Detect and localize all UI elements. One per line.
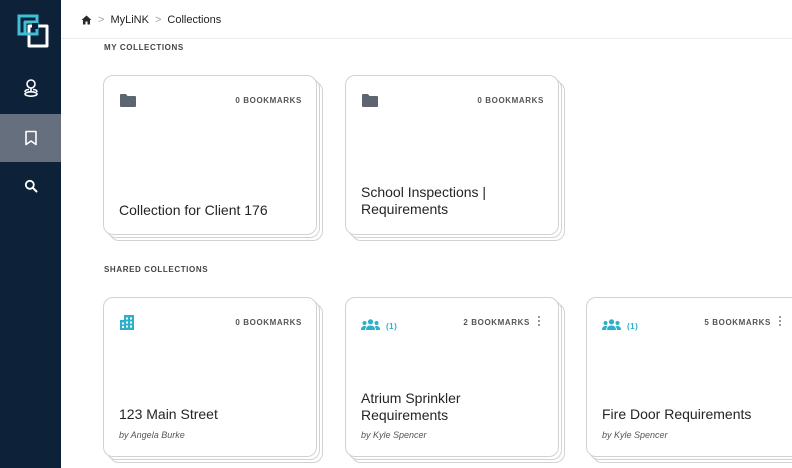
bookmark-count: 0 BOOKMARKS [477,96,544,105]
collection-title: Atrium Sprinkler Requirements [361,390,461,423]
collection-title: Collection for Client 176 [119,202,268,218]
collection-owner: by Kyle Spencer [361,430,427,440]
user-pin-icon [22,78,40,98]
breadcrumb-mylink[interactable]: MyLiNK [110,14,149,26]
members-indicator: (1) [361,317,397,335]
sidebar-item-profile[interactable] [0,64,61,112]
chevron-right-icon: > [98,14,105,26]
member-count: (1) [627,321,639,331]
folder-icon [362,94,378,112]
collection-card[interactable]: (1) 2 BOOKMARKS Atrium Sprinkler Require… [345,297,559,457]
collection-owner: by Angela Burke [119,430,185,440]
app-logo-icon[interactable] [16,13,50,49]
my-collections-heading: MY COLLECTIONS [104,43,184,52]
collection-card[interactable]: 0 BOOKMARKS Collection for Client 176 [103,75,317,235]
collection-card-stack: 0 BOOKMARKS School Inspections | Require… [345,75,567,243]
search-icon [24,179,38,193]
collection-card-stack: (1) 2 BOOKMARKS Atrium Sprinkler Require… [345,297,567,465]
chevron-right-icon: > [154,14,162,26]
group-icon [361,317,380,335]
collection-owner: by Kyle Spencer [602,430,668,440]
collection-card-stack: 0 BOOKMARKS Collection for Client 176 [103,75,325,243]
bookmark-count: 2 BOOKMARKS [463,318,530,327]
group-icon [602,317,621,335]
bookmark-icon [24,130,38,146]
collection-card[interactable]: (1) 5 BOOKMARKS Fire Door Requirements b… [586,297,792,457]
folder-icon [120,94,136,112]
collection-card-stack: 0 BOOKMARKS 123 Main Street by Angela Bu… [103,297,325,465]
collection-title: 123 Main Street [119,406,218,422]
breadcrumb-collections: Collections [167,14,222,26]
more-options-icon[interactable] [776,314,784,328]
collection-card[interactable]: 0 BOOKMARKS School Inspections | Require… [345,75,559,235]
collection-title: Fire Door Requirements [602,406,752,422]
building-icon [120,315,134,335]
member-count: (1) [386,321,398,331]
bookmark-count: 0 BOOKMARKS [235,318,302,327]
sidebar-item-collections[interactable] [0,114,61,162]
home-icon[interactable] [81,15,92,25]
breadcrumb: > MyLiNK > Collections [81,10,221,30]
shared-collections-heading: SHARED COLLECTIONS [104,265,209,274]
collection-card[interactable]: 0 BOOKMARKS 123 Main Street by Angela Bu… [103,297,317,457]
collection-title: School Inspections | Requirements [361,184,487,217]
collection-card-stack: (1) 5 BOOKMARKS Fire Door Requirements b… [586,297,792,465]
header-divider [61,38,792,39]
sidebar-item-search[interactable] [0,162,61,210]
more-options-icon[interactable] [535,314,543,328]
bookmark-count: 5 BOOKMARKS [704,318,771,327]
sidebar [0,0,61,468]
bookmark-count: 0 BOOKMARKS [235,96,302,105]
members-indicator: (1) [602,317,638,335]
